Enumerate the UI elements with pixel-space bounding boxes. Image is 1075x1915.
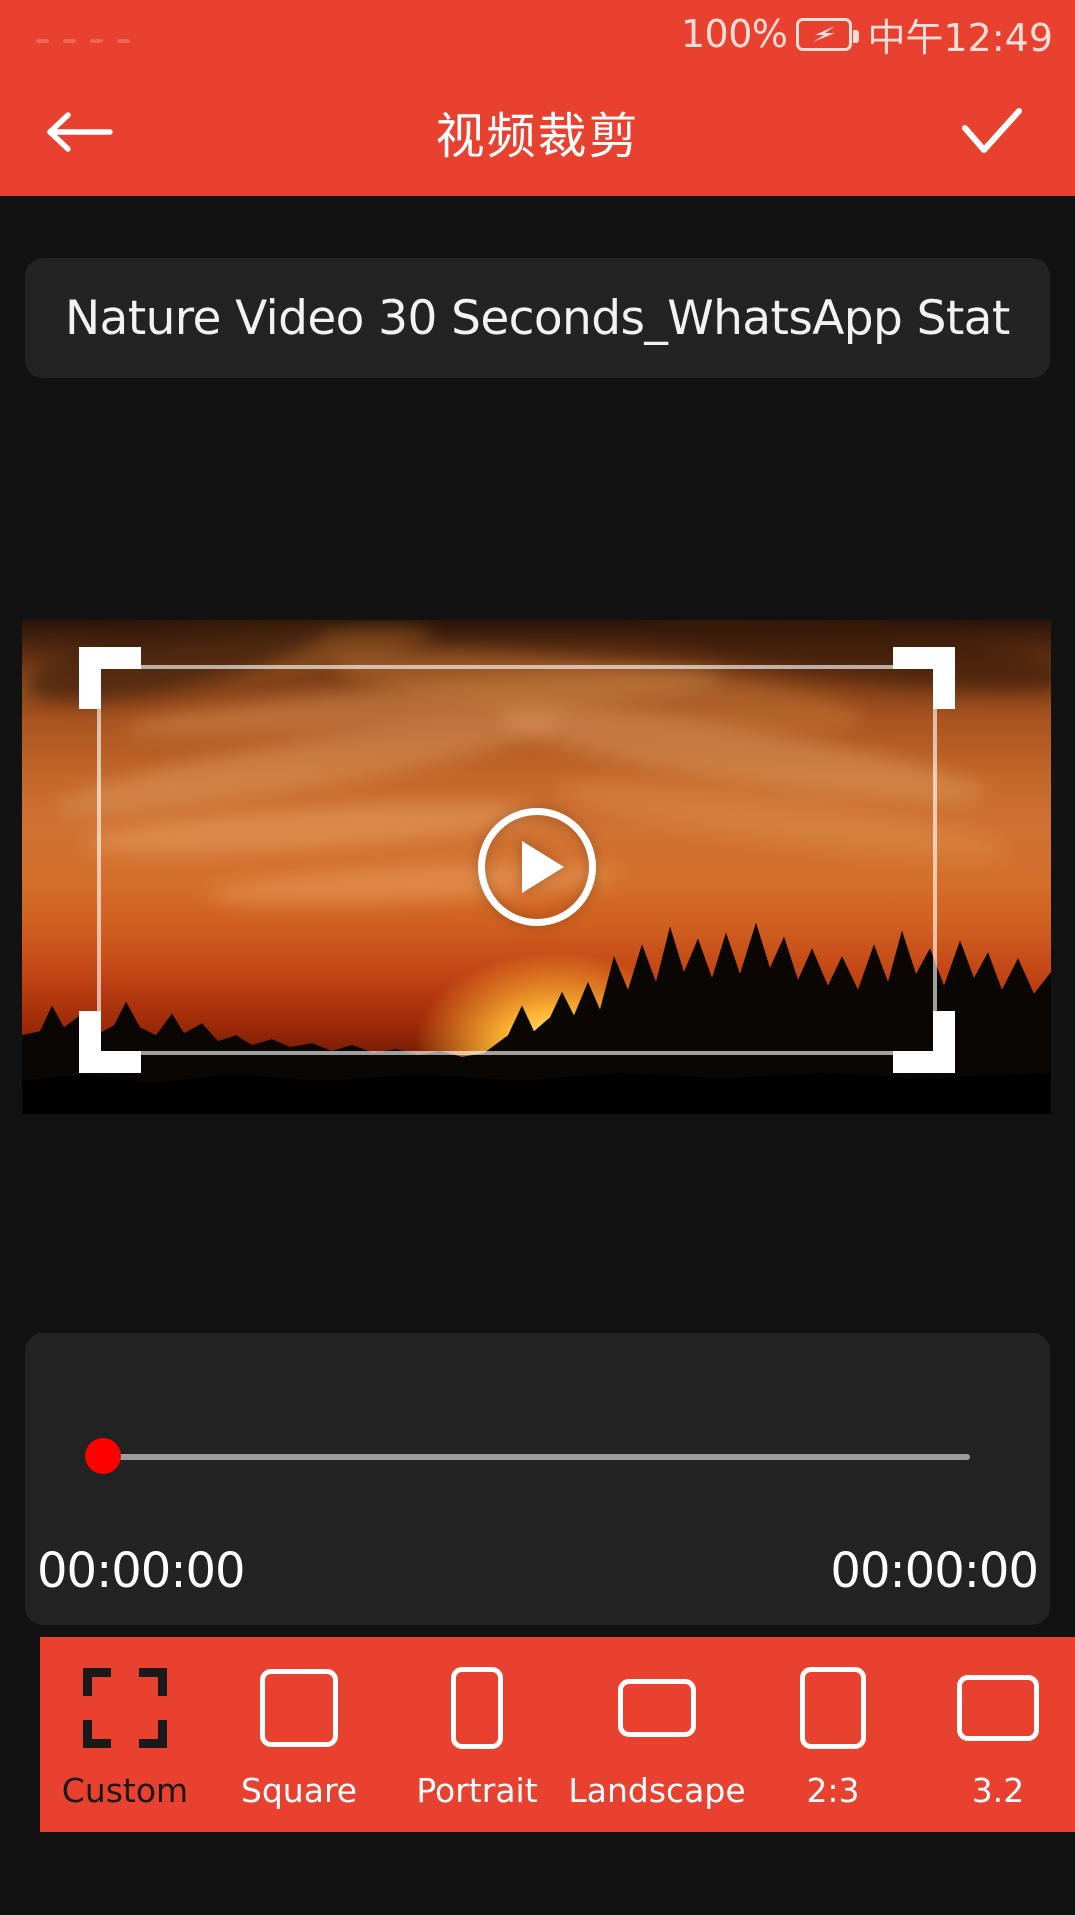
- notification-dot-icon: [90, 39, 103, 43]
- ratio-label: 2:3: [806, 1771, 860, 1810]
- end-time-label: 00:00:00: [830, 1543, 1039, 1599]
- ratio-label: Portrait: [416, 1771, 538, 1810]
- notification-dot-icon: [63, 39, 76, 43]
- app-bar: 视频裁剪: [0, 68, 1075, 196]
- landscape-shape-icon: [618, 1665, 696, 1751]
- status-left-indicators: [36, 39, 130, 43]
- filename-label: Nature Video 30 Seconds_WhatsApp Statu…: [65, 290, 1010, 346]
- ratio-option-3-2[interactable]: 3.2: [918, 1637, 1075, 1810]
- crop-handle-bottom-left[interactable]: [79, 1011, 141, 1073]
- ratio-option-custom[interactable]: Custom: [40, 1637, 210, 1810]
- crop-handle-bottom-right[interactable]: [893, 1011, 955, 1073]
- ratio-3-2-icon: [957, 1665, 1039, 1751]
- ratio-label: Square: [240, 1771, 358, 1810]
- ratio-option-square[interactable]: Square: [210, 1637, 388, 1810]
- ratio-label: Custom: [61, 1771, 189, 1810]
- video-preview[interactable]: [22, 620, 1051, 1114]
- slider-thumb[interactable]: [85, 1438, 121, 1474]
- slider-track[interactable]: [113, 1454, 970, 1460]
- battery-charging-icon: [796, 17, 860, 51]
- back-button[interactable]: [40, 91, 122, 173]
- ratio-label: 3.2: [971, 1771, 1025, 1810]
- battery-percent-label: 100%: [680, 12, 788, 56]
- notification-dot-icon: [36, 39, 49, 43]
- trim-slider[interactable]: [65, 1438, 1010, 1474]
- notification-dot-icon: [117, 39, 130, 43]
- crop-handle-top-left[interactable]: [79, 647, 141, 709]
- ratio-option-2-3[interactable]: 2:3: [748, 1637, 918, 1810]
- status-right-cluster: 100% 中午12:49: [681, 7, 1053, 62]
- crop-brackets-icon: [83, 1665, 167, 1751]
- crop-handle-top-right[interactable]: [893, 647, 955, 709]
- clock-label: 中午12:49: [867, 15, 1053, 60]
- portrait-shape-icon: [451, 1665, 503, 1751]
- aspect-ratio-toolbar: Custom Square Portrait Landscape 2:3 3.2: [40, 1637, 1075, 1832]
- square-shape-icon: [260, 1665, 338, 1751]
- start-time-label: 00:00:00: [37, 1543, 246, 1599]
- filename-card[interactable]: Nature Video 30 Seconds_WhatsApp Statu…: [25, 258, 1050, 378]
- confirm-button[interactable]: [951, 91, 1033, 173]
- check-icon: [962, 108, 1022, 153]
- status-bar: 100% 中午12:49: [0, 0, 1075, 68]
- ratio-2-3-icon: [800, 1665, 866, 1751]
- play-triangle-icon: [521, 841, 564, 893]
- page-title: 视频裁剪: [435, 107, 640, 165]
- time-readout-row: 00:00:00 00:00:00: [37, 1543, 1039, 1599]
- ratio-option-landscape[interactable]: Landscape: [566, 1637, 748, 1810]
- timeline-card: 00:00:00 00:00:00: [25, 1333, 1050, 1625]
- arrow-left-icon: [47, 112, 113, 152]
- ratio-option-portrait[interactable]: Portrait: [388, 1637, 566, 1810]
- ratio-label: Landscape: [568, 1771, 746, 1810]
- play-button[interactable]: [477, 808, 596, 926]
- video-crop-screen: 100% 中午12:49 视频裁剪 Nature Video 30 Second…: [0, 0, 1075, 1915]
